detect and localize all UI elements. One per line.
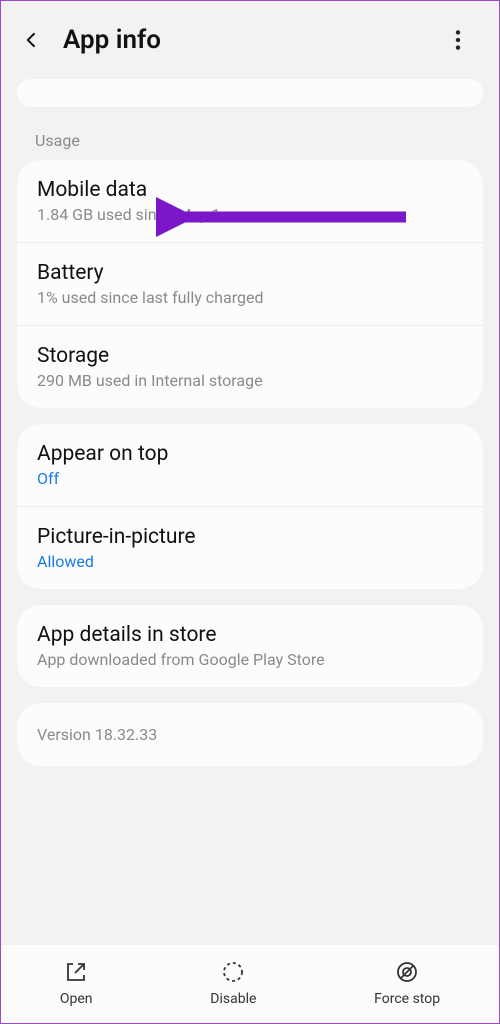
battery-sub: 1% used since last fully charged — [37, 288, 463, 307]
force-stop-label: Force stop — [374, 991, 440, 1007]
disable-icon — [220, 959, 246, 985]
version-text: Version 18.32.33 — [37, 725, 463, 744]
app-details-row[interactable]: App details in store App downloaded from… — [17, 605, 483, 687]
app-bar: App info — [1, 1, 499, 69]
storage-row[interactable]: Storage 290 MB used in Internal storage — [17, 325, 483, 408]
page-title: App info — [63, 25, 445, 55]
storage-title: Storage — [37, 344, 463, 368]
disable-button[interactable]: Disable — [210, 959, 256, 1007]
app-details-title: App details in store — [37, 623, 463, 647]
more-options-icon[interactable] — [445, 27, 471, 53]
open-button[interactable]: Open — [60, 959, 93, 1007]
appear-on-top-title: Appear on top — [37, 442, 463, 466]
mobile-data-title: Mobile data — [37, 178, 463, 202]
battery-row[interactable]: Battery 1% used since last fully charged — [17, 242, 483, 325]
open-label: Open — [60, 991, 93, 1007]
app-details-sub: App downloaded from Google Play Store — [37, 650, 463, 669]
mobile-data-row[interactable]: Mobile data 1.84 GB used since May 1 — [17, 160, 483, 242]
bottom-action-bar: Open Disable Force stop — [1, 944, 499, 1023]
open-icon — [63, 959, 89, 985]
force-stop-button[interactable]: Force stop — [374, 959, 440, 1007]
storage-sub: 290 MB used in Internal storage — [37, 371, 463, 390]
back-icon[interactable] — [19, 27, 45, 53]
previous-section-card — [17, 79, 483, 107]
disable-label: Disable — [210, 991, 256, 1007]
version-card: Version 18.32.33 — [17, 703, 483, 766]
usage-card: Mobile data 1.84 GB used since May 1 Bat… — [17, 160, 483, 408]
pip-title: Picture-in-picture — [37, 525, 463, 549]
mobile-data-sub: 1.84 GB used since May 1 — [37, 205, 463, 224]
pip-status: Allowed — [37, 552, 463, 571]
pip-row[interactable]: Picture-in-picture Allowed — [17, 506, 483, 589]
force-stop-icon — [394, 959, 420, 985]
appear-on-top-row[interactable]: Appear on top Off — [17, 424, 483, 506]
appear-on-top-status: Off — [37, 469, 463, 488]
battery-title: Battery — [37, 261, 463, 285]
usage-section-label: Usage — [35, 131, 499, 150]
store-card: App details in store App downloaded from… — [17, 605, 483, 687]
overlay-card: Appear on top Off Picture-in-picture All… — [17, 424, 483, 589]
